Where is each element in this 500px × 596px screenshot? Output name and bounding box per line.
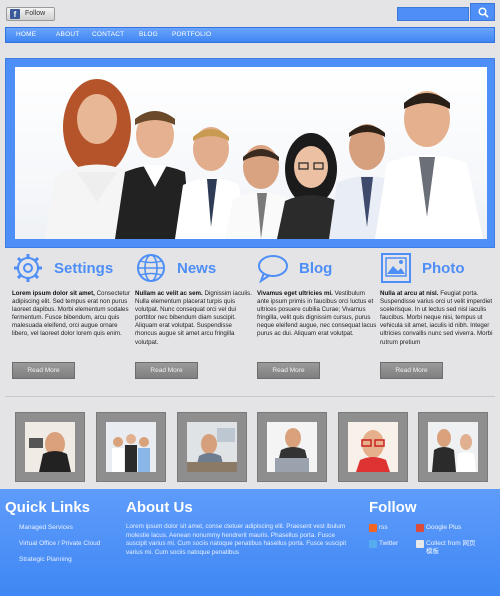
- facebook-follow-button[interactable]: f Follow: [6, 7, 55, 21]
- follow-link-label: Twitter: [379, 540, 399, 547]
- feature-text-news: Nullam ac velit ac sem. Dignissim iaculi…: [135, 290, 255, 347]
- collect-icon: [416, 540, 424, 548]
- gallery-thumbnail[interactable]: [257, 412, 327, 482]
- read-more-button[interactable]: Read More: [135, 362, 198, 379]
- globe-icon: [137, 254, 165, 282]
- nav-blog[interactable]: BLOG: [139, 31, 158, 38]
- thumbnail-image: [25, 422, 75, 472]
- thumbnail-image: [267, 422, 317, 472]
- thumbnail-image: [106, 422, 156, 472]
- top-bar: f Follow: [0, 0, 500, 26]
- feature-lead: Nullam ac velit ac sem.: [135, 290, 203, 297]
- rss-icon: [369, 524, 377, 532]
- feature-text-blog: Vivamus eget ultricies mi. Vestibulum an…: [257, 290, 377, 339]
- thumbnail-image: [187, 422, 237, 472]
- team-illustration: [45, 79, 483, 239]
- nav-contact[interactable]: CONTACT: [92, 31, 124, 38]
- feature-lead: Vivamus eget ultricies mi.: [257, 290, 333, 297]
- gallery-thumbnail[interactable]: [338, 412, 408, 482]
- footer-quick-links-title: Quick Links: [5, 499, 91, 516]
- read-more-button[interactable]: Read More: [257, 362, 320, 379]
- section-divider: [5, 396, 495, 397]
- hero-banner: [5, 58, 495, 248]
- read-more-button[interactable]: Read More: [12, 362, 75, 379]
- thumbnail-image: [348, 422, 398, 472]
- footer-about-title: About Us: [126, 499, 193, 516]
- feature-title-photo: Photo: [422, 260, 465, 277]
- thumbnail-image: [428, 422, 478, 472]
- follow-link-rss[interactable]: rss: [369, 524, 388, 532]
- feature-title-news: News: [177, 260, 217, 277]
- gear-icon: [14, 254, 42, 282]
- main-nav: HOME ABOUT CONTACT BLOG PORTFOLIO: [5, 27, 495, 43]
- feature-body: Vestibulum ante ipsum primis in faucibus…: [257, 290, 377, 338]
- footer-follow-title: Follow: [369, 499, 417, 516]
- feature-lead: Nulla at arcu at nisl.: [380, 290, 439, 297]
- search-input[interactable]: [397, 7, 469, 21]
- picture-icon: [381, 253, 411, 283]
- feature-body: Feugiat porta. Suspendisse varius orci u…: [380, 290, 493, 346]
- gallery-thumbnail[interactable]: [418, 412, 488, 482]
- feature-text-settings: Lorem ipsum dolor sit amet, Consectetur …: [12, 290, 132, 339]
- follow-link-twitter[interactable]: Twitter: [369, 540, 399, 548]
- hero-team-photo: [15, 67, 487, 239]
- read-more-button[interactable]: Read More: [380, 362, 443, 379]
- follow-link-label: rss: [379, 524, 388, 531]
- search-button[interactable]: [470, 3, 495, 21]
- facebook-icon: f: [10, 9, 20, 19]
- feature-body: Consectetur adipiscing elit. Sed tempus …: [12, 290, 130, 338]
- search-icon: [478, 7, 489, 18]
- feature-text-photo: Nulla at arcu at nisl. Feugiat porta. Su…: [380, 290, 500, 347]
- gallery-thumbnail[interactable]: [15, 412, 85, 482]
- feature-title-blog: Blog: [299, 260, 333, 277]
- feature-body: Dignissim iaculis. Nulla elementum place…: [135, 290, 252, 346]
- follow-link-collect[interactable]: Collect from 网页模板: [416, 540, 476, 556]
- follow-label: Follow: [25, 10, 46, 17]
- google-plus-icon: [416, 524, 424, 532]
- feature-title-settings: Settings: [54, 260, 114, 277]
- speech-bubble-icon: [258, 255, 288, 284]
- feature-lead: Lorem ipsum dolor sit amet,: [12, 290, 95, 297]
- follow-link-label: Google Plus: [426, 524, 462, 531]
- footer-about-text: Lorem ipsum dolor sit amet, conse ctetue…: [126, 523, 347, 556]
- follow-link-google-plus[interactable]: Google Plus: [416, 524, 462, 532]
- follow-link-label: Collect from 网页模板: [426, 540, 476, 555]
- gallery-thumbnail[interactable]: [177, 412, 247, 482]
- footer-link-virtual-office[interactable]: Virtual Office / Private Cloud: [19, 540, 100, 547]
- twitter-icon: [369, 540, 377, 548]
- gallery-thumbnail[interactable]: [96, 412, 166, 482]
- nav-portfolio[interactable]: PORTFOLIO: [172, 31, 211, 38]
- footer-link-strategic-planning[interactable]: Strategic Planning: [19, 556, 72, 563]
- nav-about[interactable]: ABOUT: [56, 31, 79, 38]
- footer: Quick Links Managed Services Virtual Off…: [0, 489, 500, 596]
- footer-link-managed-services[interactable]: Managed Services: [19, 524, 73, 531]
- nav-home[interactable]: HOME: [16, 31, 36, 38]
